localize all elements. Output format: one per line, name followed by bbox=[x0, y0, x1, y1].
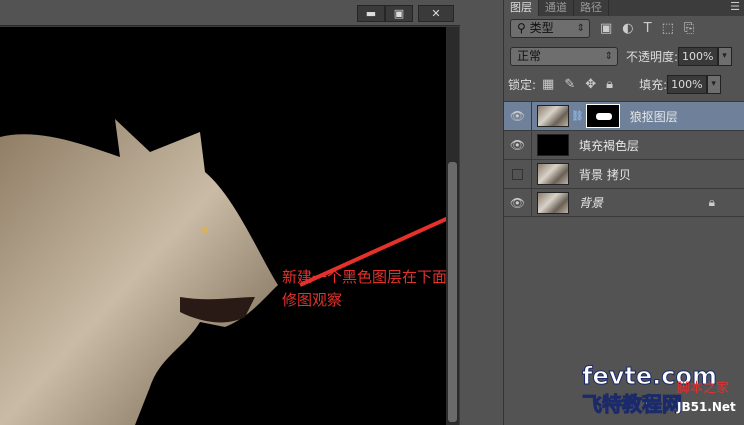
opacity-dropdown[interactable]: ▾ bbox=[717, 47, 732, 66]
tab-channels[interactable]: 通道 bbox=[539, 0, 574, 16]
lock-paint-icon[interactable]: ✎ bbox=[564, 77, 575, 92]
layer-thumbnail bbox=[537, 163, 569, 185]
document-window: ▬ ▣ ✕ 新建一个黑色图层在下面便于后面在狼抠图层蒙版上 修图观察 bbox=[0, 0, 460, 425]
lock-transparency-icon[interactable]: ▦ bbox=[542, 77, 554, 92]
opacity-label: 不透明度: bbox=[626, 50, 679, 64]
shape-icon[interactable]: ⬚ bbox=[662, 21, 674, 36]
visibility-toggle[interactable] bbox=[504, 160, 532, 188]
eye-icon[interactable]: 👁︎ bbox=[504, 131, 532, 159]
close-button[interactable]: ✕ bbox=[418, 5, 454, 22]
annotation-text-line2: 修图观察 bbox=[282, 291, 343, 309]
wolf-image bbox=[0, 119, 446, 425]
search-icon: ⚲ bbox=[517, 21, 530, 35]
tab-layers[interactable]: 图层 bbox=[504, 0, 539, 16]
panel-tabs: 图层 通道 路径 ☰ bbox=[504, 0, 744, 16]
filter-label: 类型 bbox=[529, 21, 554, 35]
fill-label: 填充: bbox=[639, 78, 668, 92]
layer-name: 背景 bbox=[579, 196, 604, 210]
fill-input[interactable]: 100% bbox=[667, 75, 707, 94]
vertical-scrollbar[interactable] bbox=[446, 27, 459, 425]
layer-row[interactable]: 👁︎ ⛓ 狼抠图层 bbox=[504, 101, 744, 130]
watermark-logo: fevte.com 飞特教程网 脚本之家 JB51.Net bbox=[582, 364, 742, 424]
image-icon[interactable]: ▣ bbox=[600, 21, 612, 36]
adjustment-icon[interactable]: ◐ bbox=[622, 21, 633, 36]
image-canvas[interactable]: 新建一个黑色图层在下面便于后面在狼抠图层蒙版上 修图观察 bbox=[0, 27, 446, 425]
layer-name: 背景 拷贝 bbox=[579, 167, 631, 182]
layer-row[interactable]: 👁︎ 背景 🔒︎ bbox=[504, 188, 744, 217]
layer-row[interactable]: 背景 拷贝 bbox=[504, 159, 744, 188]
layer-thumbnail bbox=[537, 191, 569, 214]
watermark-line: 脚本之家 bbox=[677, 381, 730, 396]
annotation-text: 新建一个黑色图层在下面便于后面在狼抠图层蒙版上 bbox=[282, 268, 446, 286]
watermark-line: JB51.Net bbox=[677, 400, 736, 414]
lock-label: 锁定: bbox=[508, 78, 537, 92]
panel-menu-icon[interactable]: ☰ bbox=[730, 0, 744, 16]
layer-mask-thumbnail[interactable] bbox=[585, 104, 620, 128]
filter-select[interactable]: ⚲ 类型 bbox=[510, 19, 590, 38]
blend-mode-select[interactable]: 正常 bbox=[510, 47, 618, 66]
type-icon[interactable]: T bbox=[644, 21, 652, 36]
lock-all-icon[interactable]: 🔒︎ bbox=[606, 77, 613, 92]
fill-dropdown[interactable]: ▾ bbox=[706, 75, 721, 94]
opacity-input[interactable]: 100% bbox=[678, 47, 718, 66]
scrollbar-thumb[interactable] bbox=[448, 162, 457, 422]
layer-name: 填充褐色层 bbox=[579, 138, 640, 153]
eye-icon[interactable]: 👁︎ bbox=[504, 189, 532, 216]
layer-thumbnail bbox=[537, 134, 569, 156]
lock-icon: 🔒︎ bbox=[708, 195, 715, 209]
layer-row[interactable]: 👁︎ 填充褐色层 bbox=[504, 130, 744, 159]
layer-thumbnail bbox=[537, 105, 569, 127]
link-icon[interactable]: ⛓ bbox=[571, 111, 584, 122]
minimize-button[interactable]: ▬ bbox=[357, 5, 385, 22]
maximize-button[interactable]: ▣ bbox=[385, 5, 413, 22]
smart-object-icon[interactable]: ⎘ bbox=[684, 21, 694, 36]
layer-name: 狼抠图层 bbox=[629, 109, 678, 124]
lock-move-icon[interactable]: ✥ bbox=[585, 77, 596, 92]
eye-icon[interactable]: 👁︎ bbox=[504, 102, 532, 130]
window-titlebar: ▬ ▣ ✕ bbox=[0, 0, 460, 26]
tab-paths[interactable]: 路径 bbox=[574, 0, 609, 16]
watermark-line: 飞特教程网 bbox=[582, 392, 683, 417]
